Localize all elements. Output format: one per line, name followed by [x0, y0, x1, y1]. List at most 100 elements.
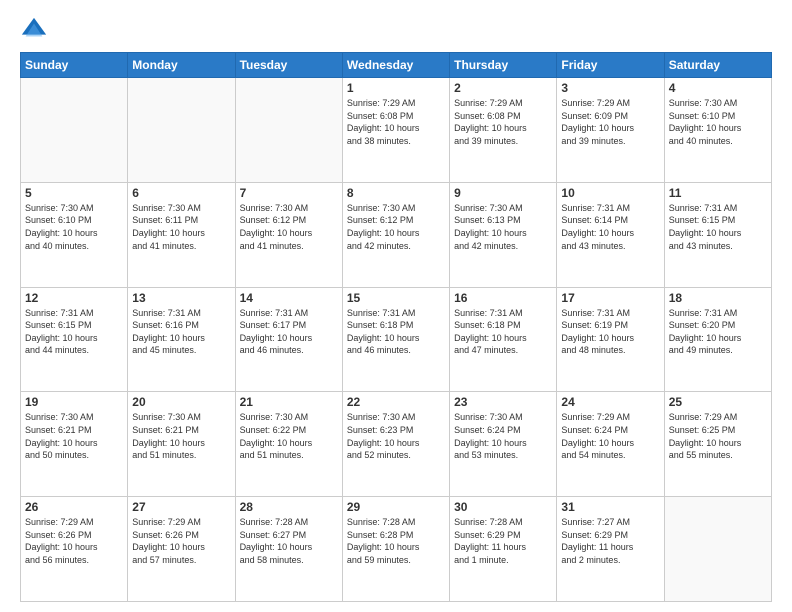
calendar-cell: 20Sunrise: 7:30 AM Sunset: 6:21 PM Dayli…	[128, 392, 235, 497]
calendar-cell: 30 Sunrise: 7:28 AM Sunset: 6:29 PM Dayli…	[450, 497, 557, 602]
calendar-week-2: 12 Sunrise: 7:31 AM Sunset: 6:15 PM Dayli…	[21, 287, 772, 392]
calendar-cell: 11 Sunrise: 7:31 AM Sunset: 6:15 PM Dayli…	[664, 182, 771, 287]
calendar-cell: 22 Sunrise: 7:30 AM Sunset: 6:23 PM Dayli…	[342, 392, 449, 497]
calendar-cell: 2 Sunrise: 7:29 AM Sunset: 6:08 PM Daylig…	[450, 78, 557, 183]
page: SundayMondayTuesdayWednesdayThursdayFrid…	[0, 0, 792, 612]
day-number: 23	[454, 395, 552, 409]
weekday-header-row: SundayMondayTuesdayWednesdayThursdayFrid…	[21, 53, 772, 78]
day-number: 12	[25, 291, 123, 305]
weekday-header-sunday: Sunday	[21, 53, 128, 78]
day-info: Sunrise: 7:31 AM Sunset: 6:18 PM Dayligh…	[347, 307, 445, 357]
day-info: Sunrise: 7:30 AM Sunset: 6:13 PM Dayligh…	[454, 202, 552, 252]
calendar-cell: 12 Sunrise: 7:31 AM Sunset: 6:15 PM Dayli…	[21, 287, 128, 392]
day-number: 1	[347, 81, 445, 95]
calendar-cell: 5 Sunrise: 7:30 AM Sunset: 6:10 PM Daylig…	[21, 182, 128, 287]
day-info: Sunrise: 7:31 AM Sunset: 6:18 PM Dayligh…	[454, 307, 552, 357]
day-number: 16	[454, 291, 552, 305]
calendar-week-1: 5 Sunrise: 7:30 AM Sunset: 6:10 PM Daylig…	[21, 182, 772, 287]
calendar-cell: 16 Sunrise: 7:31 AM Sunset: 6:18 PM Dayli…	[450, 287, 557, 392]
day-number: 10	[561, 186, 659, 200]
day-info: Sunrise: 7:30 AM Sunset: 6:11 PM Dayligh…	[132, 202, 230, 252]
day-info: Sunrise: 7:29 AM Sunset: 6:09 PM Dayligh…	[561, 97, 659, 147]
day-number: 24	[561, 395, 659, 409]
day-number: 17	[561, 291, 659, 305]
calendar-cell: 17 Sunrise: 7:31 AM Sunset: 6:19 PM Dayli…	[557, 287, 664, 392]
calendar-week-4: 26 Sunrise: 7:29 AM Sunset: 6:26 PM Dayli…	[21, 497, 772, 602]
calendar-cell: 25Sunrise: 7:29 AM Sunset: 6:25 PM Dayli…	[664, 392, 771, 497]
calendar-cell: 24 Sunrise: 7:29 AM Sunset: 6:24 PM Dayli…	[557, 392, 664, 497]
logo	[20, 16, 52, 44]
day-number: 6	[132, 186, 230, 200]
day-info: Sunrise: 7:31 AM Sunset: 6:19 PM Dayligh…	[561, 307, 659, 357]
calendar-cell: 10 Sunrise: 7:31 AM Sunset: 6:14 PM Dayli…	[557, 182, 664, 287]
day-info: Sunrise: 7:30 AM Sunset: 6:12 PM Dayligh…	[240, 202, 338, 252]
calendar-table: SundayMondayTuesdayWednesdayThursdayFrid…	[20, 52, 772, 602]
calendar-cell: 31 Sunrise: 7:27 AM Sunset: 6:29 PM Dayli…	[557, 497, 664, 602]
calendar-cell: 19Sunrise: 7:30 AM Sunset: 6:21 PM Dayli…	[21, 392, 128, 497]
day-info: Sunrise: 7:30 AM Sunset: 6:10 PM Dayligh…	[25, 202, 123, 252]
day-info: Sunrise: 7:29 AM Sunset: 6:24 PM Dayligh…	[561, 411, 659, 461]
day-number: 30	[454, 500, 552, 514]
day-info: Sunrise: 7:27 AM Sunset: 6:29 PM Dayligh…	[561, 516, 659, 566]
calendar-cell	[235, 78, 342, 183]
day-info: Sunrise: 7:29 AM Sunset: 6:08 PM Dayligh…	[347, 97, 445, 147]
day-info: Sunrise: 7:29 AM Sunset: 6:08 PM Dayligh…	[454, 97, 552, 147]
day-info: Sunrise: 7:30 AM Sunset: 6:12 PM Dayligh…	[347, 202, 445, 252]
day-number: 13	[132, 291, 230, 305]
day-info: Sunrise: 7:29 AM Sunset: 6:26 PM Dayligh…	[25, 516, 123, 566]
weekday-header-saturday: Saturday	[664, 53, 771, 78]
weekday-header-tuesday: Tuesday	[235, 53, 342, 78]
day-info: Sunrise: 7:30 AM Sunset: 6:24 PM Dayligh…	[454, 411, 552, 461]
day-number: 21	[240, 395, 338, 409]
day-number: 18	[669, 291, 767, 305]
day-number: 2	[454, 81, 552, 95]
calendar-cell: 9 Sunrise: 7:30 AM Sunset: 6:13 PM Daylig…	[450, 182, 557, 287]
calendar-cell: 8 Sunrise: 7:30 AM Sunset: 6:12 PM Daylig…	[342, 182, 449, 287]
weekday-header-thursday: Thursday	[450, 53, 557, 78]
day-number: 3	[561, 81, 659, 95]
calendar-cell: 3 Sunrise: 7:29 AM Sunset: 6:09 PM Daylig…	[557, 78, 664, 183]
day-number: 9	[454, 186, 552, 200]
day-info: Sunrise: 7:31 AM Sunset: 6:17 PM Dayligh…	[240, 307, 338, 357]
calendar-week-3: 19Sunrise: 7:30 AM Sunset: 6:21 PM Dayli…	[21, 392, 772, 497]
day-info: Sunrise: 7:31 AM Sunset: 6:15 PM Dayligh…	[669, 202, 767, 252]
weekday-header-monday: Monday	[128, 53, 235, 78]
day-info: Sunrise: 7:30 AM Sunset: 6:10 PM Dayligh…	[669, 97, 767, 147]
calendar-cell: 21Sunrise: 7:30 AM Sunset: 6:22 PM Dayli…	[235, 392, 342, 497]
weekday-header-friday: Friday	[557, 53, 664, 78]
day-number: 29	[347, 500, 445, 514]
day-number: 25	[669, 395, 767, 409]
day-number: 4	[669, 81, 767, 95]
calendar-cell: 29 Sunrise: 7:28 AM Sunset: 6:28 PM Dayli…	[342, 497, 449, 602]
day-info: Sunrise: 7:31 AM Sunset: 6:14 PM Dayligh…	[561, 202, 659, 252]
day-number: 5	[25, 186, 123, 200]
calendar-cell: 14 Sunrise: 7:31 AM Sunset: 6:17 PM Dayli…	[235, 287, 342, 392]
day-info: Sunrise: 7:28 AM Sunset: 6:27 PM Dayligh…	[240, 516, 338, 566]
calendar-cell: 28Sunrise: 7:28 AM Sunset: 6:27 PM Dayli…	[235, 497, 342, 602]
day-info: Sunrise: 7:28 AM Sunset: 6:29 PM Dayligh…	[454, 516, 552, 566]
calendar-cell: 18Sunrise: 7:31 AM Sunset: 6:20 PM Dayli…	[664, 287, 771, 392]
day-number: 27	[132, 500, 230, 514]
day-number: 11	[669, 186, 767, 200]
calendar-cell: 15Sunrise: 7:31 AM Sunset: 6:18 PM Dayli…	[342, 287, 449, 392]
day-info: Sunrise: 7:30 AM Sunset: 6:23 PM Dayligh…	[347, 411, 445, 461]
day-number: 14	[240, 291, 338, 305]
calendar-cell: 7Sunrise: 7:30 AM Sunset: 6:12 PM Daylig…	[235, 182, 342, 287]
day-info: Sunrise: 7:29 AM Sunset: 6:26 PM Dayligh…	[132, 516, 230, 566]
calendar-week-0: 1 Sunrise: 7:29 AM Sunset: 6:08 PM Daylig…	[21, 78, 772, 183]
day-number: 20	[132, 395, 230, 409]
calendar-cell: 1 Sunrise: 7:29 AM Sunset: 6:08 PM Daylig…	[342, 78, 449, 183]
day-number: 8	[347, 186, 445, 200]
calendar-cell: 6 Sunrise: 7:30 AM Sunset: 6:11 PM Daylig…	[128, 182, 235, 287]
day-info: Sunrise: 7:28 AM Sunset: 6:28 PM Dayligh…	[347, 516, 445, 566]
day-number: 26	[25, 500, 123, 514]
day-number: 22	[347, 395, 445, 409]
weekday-header-wednesday: Wednesday	[342, 53, 449, 78]
day-number: 19	[25, 395, 123, 409]
day-number: 31	[561, 500, 659, 514]
calendar-cell	[664, 497, 771, 602]
calendar-cell: 26 Sunrise: 7:29 AM Sunset: 6:26 PM Dayli…	[21, 497, 128, 602]
day-info: Sunrise: 7:31 AM Sunset: 6:15 PM Dayligh…	[25, 307, 123, 357]
calendar-cell: 23 Sunrise: 7:30 AM Sunset: 6:24 PM Dayli…	[450, 392, 557, 497]
day-info: Sunrise: 7:31 AM Sunset: 6:16 PM Dayligh…	[132, 307, 230, 357]
